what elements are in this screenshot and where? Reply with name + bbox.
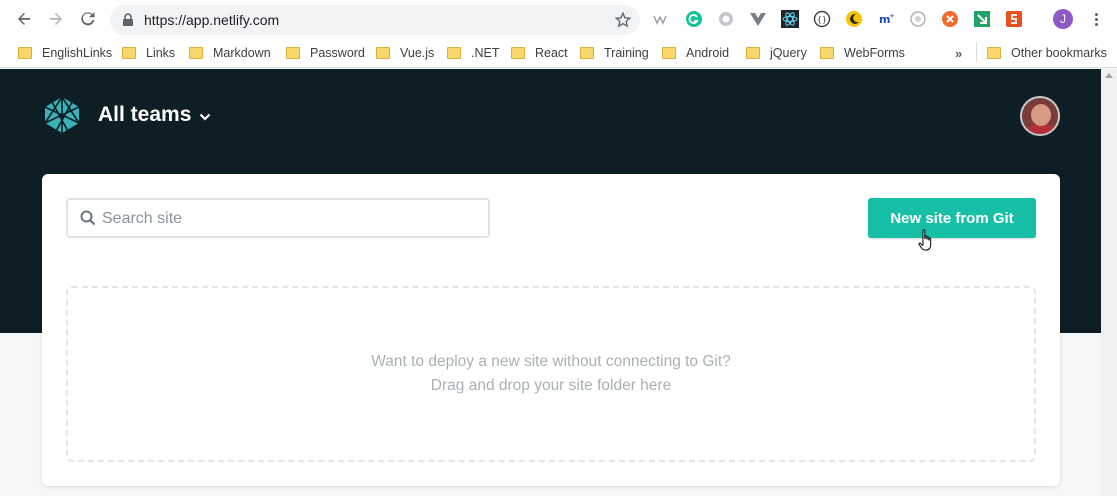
search-box[interactable] bbox=[66, 198, 490, 238]
bookmark-links[interactable]: Links bbox=[122, 44, 175, 62]
bookmark-label: Markdown bbox=[213, 46, 271, 60]
lock-icon bbox=[123, 13, 133, 26]
bookmark-label: React bbox=[535, 46, 568, 60]
ext-red-icon[interactable] bbox=[1004, 9, 1024, 29]
bookmark-label: EnglishLinks bbox=[42, 46, 113, 60]
grammarly-icon[interactable] bbox=[684, 9, 704, 29]
url-text: https://app.netlify.com bbox=[144, 12, 280, 28]
folder-icon bbox=[987, 47, 1001, 59]
reload-button[interactable] bbox=[72, 3, 104, 35]
star-icon[interactable] bbox=[614, 11, 632, 29]
svg-text:+: + bbox=[889, 12, 895, 20]
bookmark-training[interactable]: Training bbox=[580, 44, 649, 62]
json-viewer-icon[interactable]: {} bbox=[812, 9, 832, 29]
sites-card: New site from Git Want to deploy a new s… bbox=[42, 174, 1060, 486]
folder-icon bbox=[820, 47, 834, 59]
dark-reader-icon[interactable] bbox=[844, 9, 864, 29]
ext-circle-icon[interactable] bbox=[908, 9, 928, 29]
bookmark-label: jQuery bbox=[770, 46, 807, 60]
folder-icon bbox=[662, 47, 676, 59]
hand-cursor-icon bbox=[918, 229, 932, 251]
scrollbar[interactable] bbox=[1101, 69, 1117, 496]
chevron-down-icon bbox=[200, 113, 211, 121]
ext-green-icon[interactable] bbox=[972, 9, 992, 29]
bookmark-react[interactable]: React bbox=[511, 44, 568, 62]
browser-toolbar: https://app.netlify.com {} m + J bbox=[0, 0, 1117, 38]
folder-icon bbox=[580, 47, 594, 59]
browser-menu-button[interactable] bbox=[1086, 9, 1106, 29]
new-site-from-git-button[interactable]: New site from Git bbox=[868, 198, 1036, 238]
bookmark-label: Android bbox=[686, 46, 730, 60]
bookmark-markdown[interactable]: Markdown bbox=[189, 44, 271, 62]
reload-icon bbox=[81, 11, 95, 26]
team-switcher[interactable]: All teams bbox=[98, 103, 211, 127]
bookmark-label: Password bbox=[310, 46, 365, 60]
drop-zone-line-2: Drag and drop your site folder here bbox=[430, 377, 672, 394]
bookmark-label: .NET bbox=[471, 46, 500, 60]
svg-text:{}: {} bbox=[817, 15, 827, 24]
drop-zone[interactable]: Want to deploy a new site without connec… bbox=[66, 286, 1036, 462]
extensions-bar: {} m + bbox=[652, 9, 1036, 29]
back-button[interactable] bbox=[8, 3, 40, 35]
bookmark-vuejs[interactable]: Vue.js bbox=[376, 44, 434, 62]
folder-icon bbox=[511, 47, 525, 59]
bookmark-label: Links bbox=[146, 46, 176, 60]
folder-icon bbox=[18, 47, 32, 59]
bookmarks-bar: EnglishLinks Links Markdown Password Vue… bbox=[0, 38, 1117, 68]
chrome-ext-icon[interactable] bbox=[716, 9, 736, 29]
drop-zone-line-1: Want to deploy a new site without connec… bbox=[371, 353, 731, 370]
folder-icon bbox=[189, 47, 203, 59]
forward-button[interactable] bbox=[40, 3, 72, 35]
react-devtools-icon[interactable] bbox=[780, 9, 800, 29]
folder-icon bbox=[447, 47, 461, 59]
address-bar[interactable]: https://app.netlify.com bbox=[110, 5, 640, 35]
search-icon bbox=[80, 210, 96, 226]
ext-orange-icon[interactable] bbox=[940, 9, 960, 29]
bookmarks-overflow-button[interactable]: » bbox=[955, 46, 962, 61]
folder-icon bbox=[746, 47, 760, 59]
ext-m-icon[interactable]: m + bbox=[876, 9, 896, 29]
netlify-logo-icon[interactable] bbox=[42, 95, 82, 135]
bookmark-jquery[interactable]: jQuery bbox=[746, 44, 807, 62]
arrow-left-icon bbox=[18, 12, 30, 25]
bookmark-password[interactable]: Password bbox=[286, 44, 365, 62]
vue-devtools-icon[interactable] bbox=[748, 9, 768, 29]
bookmark-label: WebForms bbox=[844, 46, 905, 60]
bookmark-label: Other bookmarks bbox=[1011, 46, 1107, 60]
bookmark-englishlinks[interactable]: EnglishLinks bbox=[18, 44, 112, 62]
bookmark-webforms[interactable]: WebForms bbox=[820, 44, 905, 62]
bookmarks-separator bbox=[976, 42, 977, 62]
wappalyzer-icon[interactable] bbox=[652, 9, 672, 29]
search-input[interactable] bbox=[102, 207, 472, 231]
bookmark-android[interactable]: Android bbox=[662, 44, 729, 62]
user-avatar[interactable] bbox=[1020, 96, 1060, 136]
bookmark-other[interactable]: Other bookmarks bbox=[987, 44, 1107, 62]
bookmark-label: Vue.js bbox=[400, 46, 435, 60]
arrow-right-icon bbox=[50, 12, 62, 25]
folder-icon bbox=[286, 47, 300, 59]
bookmark-label: Training bbox=[604, 46, 649, 60]
folder-icon bbox=[376, 47, 390, 59]
bookmark-dotnet[interactable]: .NET bbox=[447, 44, 499, 62]
profile-avatar[interactable]: J bbox=[1053, 9, 1073, 29]
folder-icon bbox=[122, 47, 136, 59]
team-label: All teams bbox=[98, 103, 192, 126]
